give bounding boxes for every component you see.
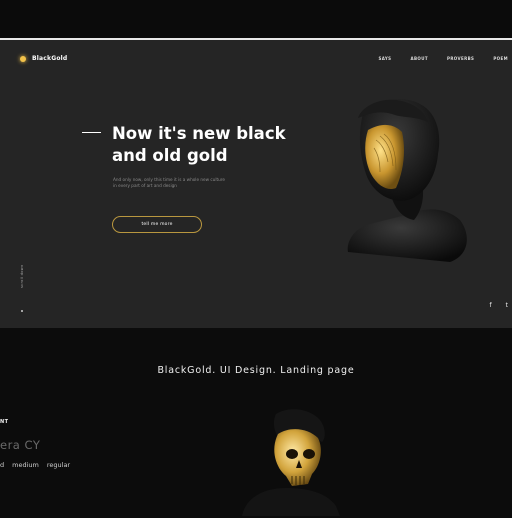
brand-logo[interactable]: BlackGold — [20, 55, 67, 62]
logo-text: BlackGold — [32, 55, 68, 62]
top-nav: SAYS ABOUT PROVERBS POEM — [378, 56, 508, 61]
subtext-line-2: in every part of art and design — [113, 183, 177, 189]
font-weights: d medium regular — [0, 461, 70, 469]
bust-sculpture-with-gold-mask-image — [347, 99, 467, 262]
hero-subtext: And only now, only this time it is a who… — [113, 177, 253, 189]
presentation-title: BlackGold. UI Design. Landing page — [157, 365, 355, 376]
scroll-indicator-icon — [21, 310, 23, 312]
social-links: f t — [490, 302, 508, 309]
twitter-icon[interactable]: t — [506, 302, 508, 309]
presentation-section: BlackGold. UI Design. Landing page NT er… — [0, 328, 512, 516]
nav-item-says[interactable]: SAYS — [378, 56, 391, 61]
facebook-icon[interactable]: f — [490, 302, 492, 309]
hero-screen: BlackGold SAYS ABOUT PROVERBS POEM Now i… — [0, 38, 512, 330]
weight-bold: d — [0, 461, 5, 469]
headline-rule — [82, 132, 101, 133]
headline-line-1: Now it's new black — [112, 124, 286, 143]
hero-headline: Now it's new black and old gold — [112, 123, 312, 167]
bust-with-gold-skull-mask-image — [242, 409, 340, 516]
font-name: era CY — [0, 438, 41, 452]
weight-medium: medium — [12, 461, 39, 469]
logo-dot-icon — [20, 55, 26, 62]
tell-me-more-button[interactable]: tell me more — [112, 216, 202, 233]
font-label: NT — [0, 419, 9, 425]
headline-line-2: and old gold — [112, 146, 228, 165]
nav-item-proverbs[interactable]: PROVERBS — [447, 56, 474, 61]
scroll-down-label[interactable]: scroll down — [20, 264, 24, 288]
nav-item-poem[interactable]: POEM — [493, 56, 508, 61]
weight-regular: regular — [46, 461, 71, 469]
nav-item-about[interactable]: ABOUT — [410, 56, 428, 61]
top-background-strip — [0, 0, 512, 38]
